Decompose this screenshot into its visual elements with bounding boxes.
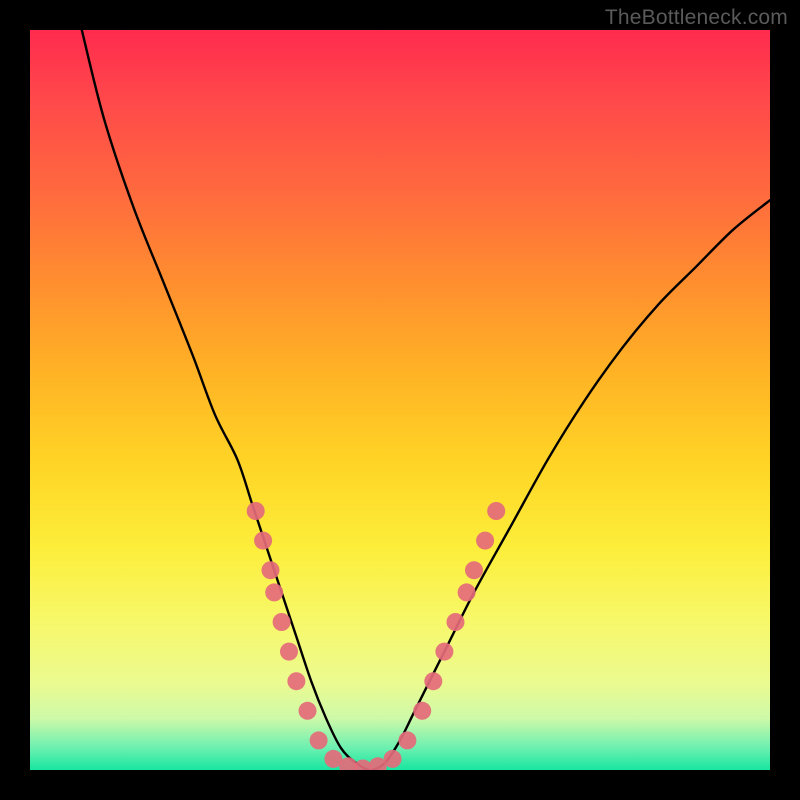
marker-dot (458, 583, 476, 601)
marker-dot (384, 750, 402, 768)
marker-dot (247, 502, 265, 520)
marker-dot (254, 532, 272, 550)
marker-dot (476, 532, 494, 550)
marker-layer (247, 502, 506, 770)
marker-dot (299, 702, 317, 720)
chart-svg (30, 30, 770, 770)
marker-dot (424, 672, 442, 690)
marker-dot (287, 672, 305, 690)
outer-frame: TheBottleneck.com (0, 0, 800, 800)
marker-dot (398, 731, 416, 749)
marker-dot (413, 702, 431, 720)
marker-dot (447, 613, 465, 631)
marker-dot (280, 643, 298, 661)
marker-dot (310, 731, 328, 749)
bottleneck-curve-path (82, 30, 770, 770)
plot-area (30, 30, 770, 770)
marker-dot (273, 613, 291, 631)
curve-layer (82, 30, 770, 770)
marker-dot (435, 643, 453, 661)
marker-dot (465, 561, 483, 579)
marker-dot (265, 583, 283, 601)
marker-dot (262, 561, 280, 579)
marker-dot (487, 502, 505, 520)
watermark-text: TheBottleneck.com (605, 6, 788, 30)
